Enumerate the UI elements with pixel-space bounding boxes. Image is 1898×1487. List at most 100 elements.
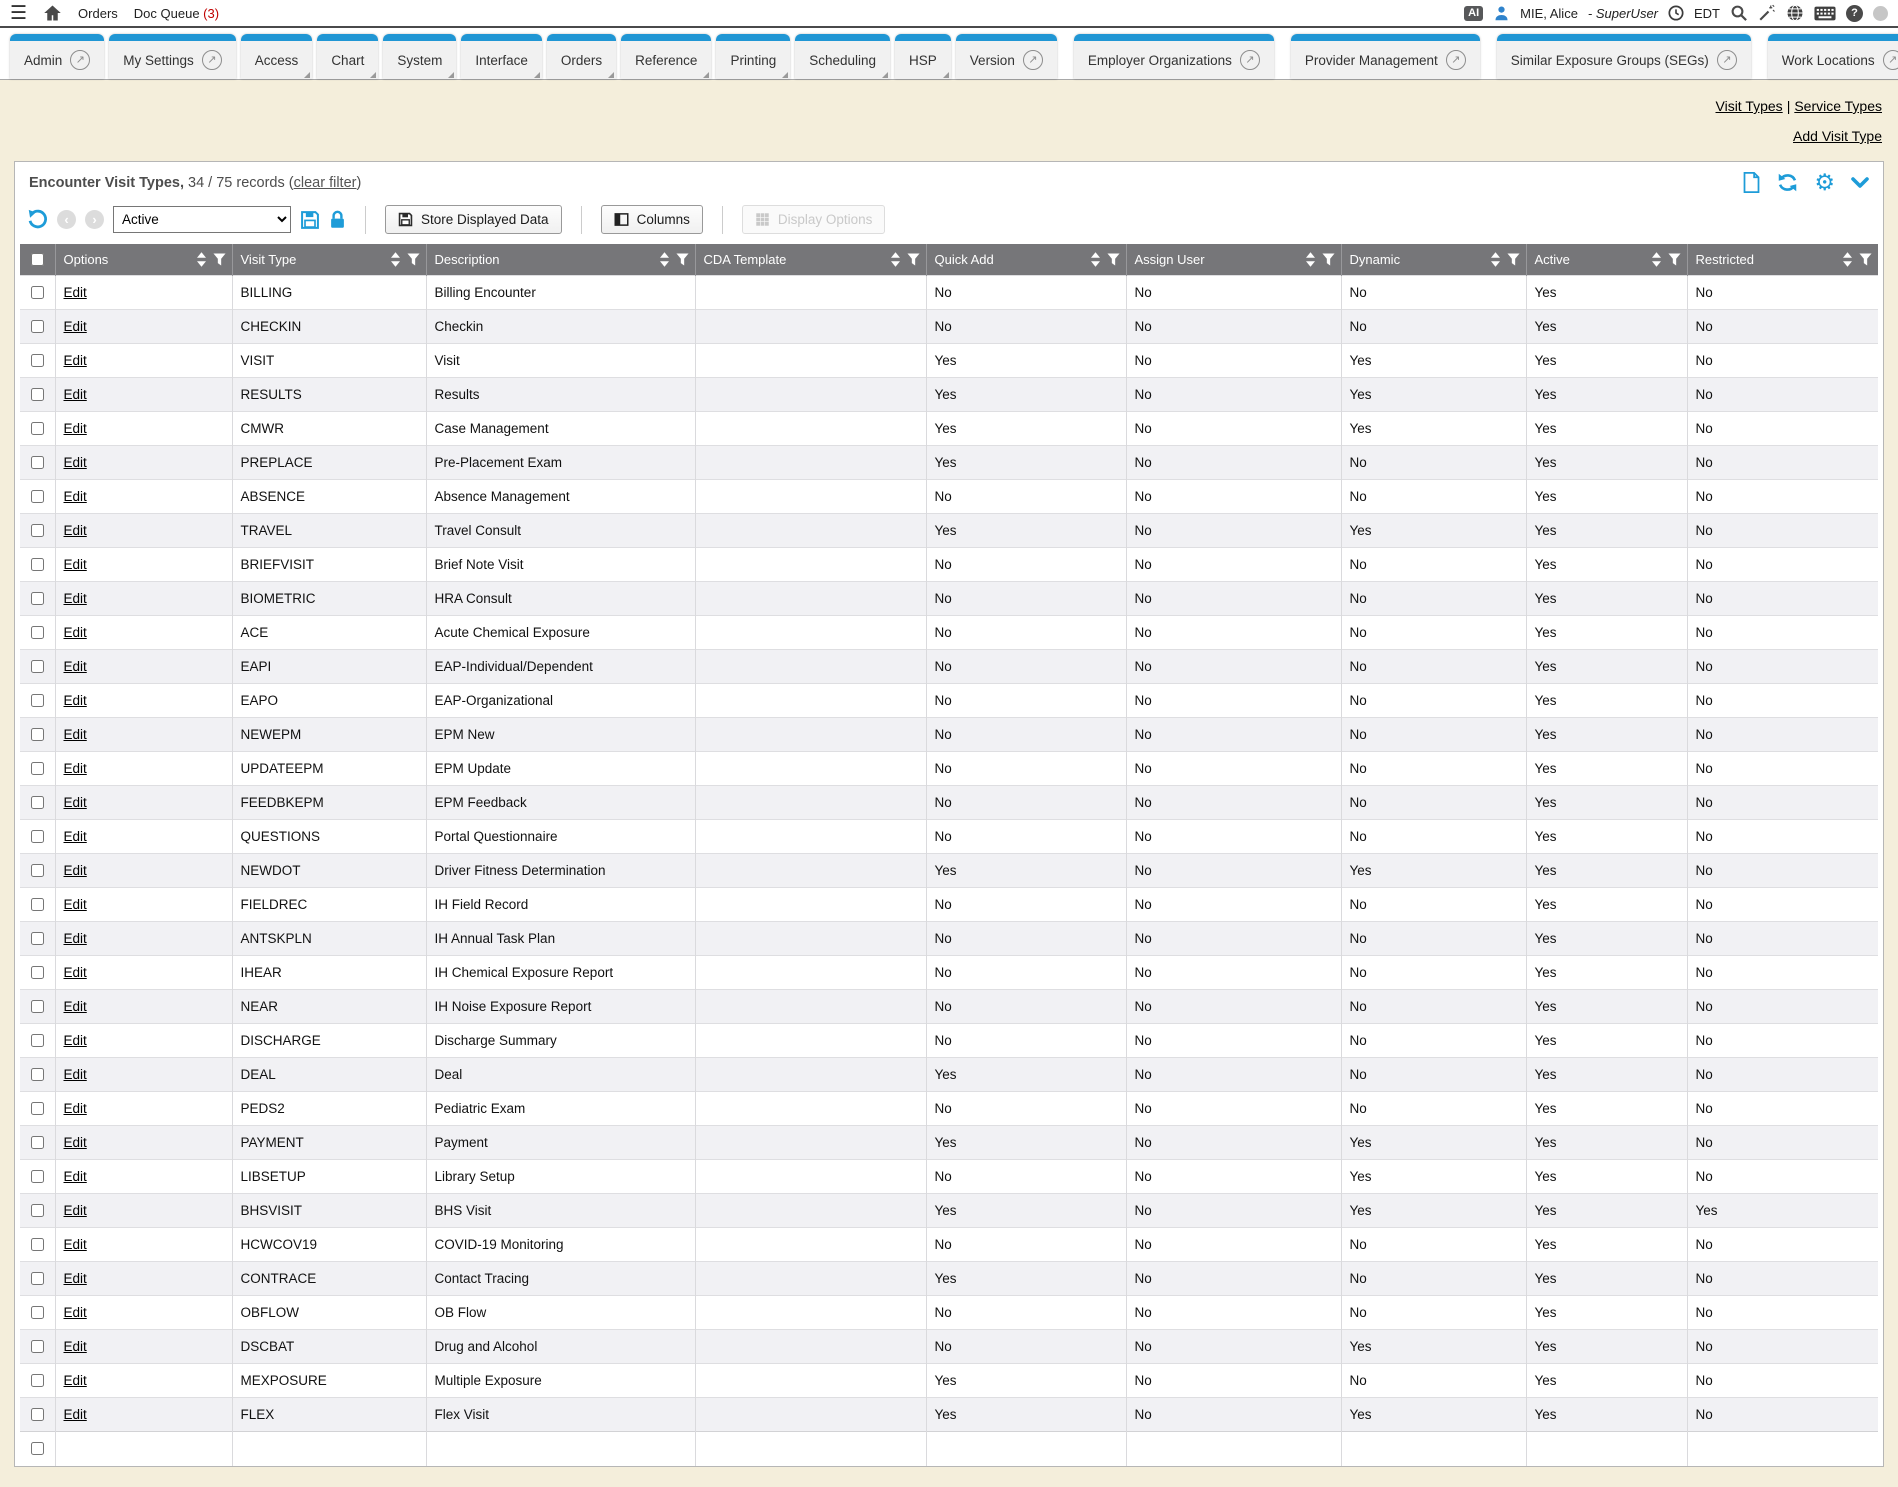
row-checkbox[interactable] — [31, 864, 44, 877]
row-checkbox[interactable] — [31, 1408, 44, 1421]
row-checkbox[interactable] — [31, 592, 44, 605]
edit-link[interactable]: Edit — [64, 1203, 87, 1218]
row-checkbox[interactable] — [31, 1034, 44, 1047]
tab-chart[interactable]: Chart — [317, 34, 378, 79]
edit-link[interactable]: Edit — [64, 1101, 87, 1116]
tab-my-settings[interactable]: My Settings↗ — [109, 34, 236, 79]
row-checkbox[interactable] — [31, 966, 44, 979]
edit-link[interactable]: Edit — [64, 1305, 87, 1320]
globe-icon[interactable] — [1786, 4, 1804, 22]
edit-link[interactable]: Edit — [64, 557, 87, 572]
edit-link[interactable]: Edit — [64, 761, 87, 776]
row-checkbox[interactable] — [31, 558, 44, 571]
column-header-cda-template[interactable]: CDA Template — [695, 244, 926, 276]
edit-link[interactable]: Edit — [64, 897, 87, 912]
add-visit-type-link[interactable]: Add Visit Type — [1793, 128, 1882, 144]
edit-link[interactable]: Edit — [64, 795, 87, 810]
new-document-icon[interactable] — [1742, 172, 1761, 193]
magic-wand-icon[interactable] — [1758, 4, 1776, 22]
sort-icon[interactable] — [197, 252, 206, 267]
edit-link[interactable]: Edit — [64, 625, 87, 640]
edit-link[interactable]: Edit — [64, 999, 87, 1014]
previous-page-icon[interactable]: ‹ — [57, 210, 76, 229]
edit-link[interactable]: Edit — [64, 387, 87, 402]
column-header-visit-type[interactable]: Visit Type — [232, 244, 426, 276]
chevron-down-icon[interactable] — [1851, 177, 1869, 189]
tab-printing[interactable]: Printing — [716, 34, 790, 79]
edit-link[interactable]: Edit — [64, 931, 87, 946]
row-checkbox[interactable] — [31, 1238, 44, 1251]
user-icon[interactable] — [1493, 5, 1510, 22]
edit-link[interactable]: Edit — [64, 965, 87, 980]
ai-badge[interactable]: AI — [1464, 6, 1483, 21]
edit-link[interactable]: Edit — [64, 319, 87, 334]
next-page-icon[interactable]: › — [85, 210, 104, 229]
filter-funnel-icon[interactable] — [676, 253, 689, 266]
row-checkbox[interactable] — [31, 524, 44, 537]
keyboard-icon[interactable] — [1814, 6, 1836, 21]
row-checkbox[interactable] — [31, 1272, 44, 1285]
search-icon[interactable] — [1730, 4, 1748, 22]
sort-icon[interactable] — [1091, 252, 1100, 267]
tab-interface[interactable]: Interface — [461, 34, 542, 79]
tab-similar-exposure-groups-segs[interactable]: Similar Exposure Groups (SEGs)↗ — [1497, 34, 1751, 79]
edit-link[interactable]: Edit — [64, 1033, 87, 1048]
row-checkbox[interactable] — [31, 1102, 44, 1115]
topbar-item-orders[interactable]: Orders — [78, 6, 118, 21]
select-all-checkbox[interactable] — [31, 253, 44, 266]
external-link-icon[interactable]: ↗ — [202, 50, 222, 70]
edit-link[interactable]: Edit — [64, 1135, 87, 1150]
home-icon[interactable] — [43, 4, 62, 22]
edit-link[interactable]: Edit — [64, 863, 87, 878]
tab-employer-organizations[interactable]: Employer Organizations↗ — [1074, 34, 1274, 79]
filter-funnel-icon[interactable] — [407, 253, 420, 266]
row-checkbox[interactable] — [31, 728, 44, 741]
column-header-description[interactable]: Description — [426, 244, 695, 276]
filter-funnel-icon[interactable] — [1507, 253, 1520, 266]
edit-link[interactable]: Edit — [64, 829, 87, 844]
edit-link[interactable]: Edit — [64, 1339, 87, 1354]
row-checkbox[interactable] — [31, 456, 44, 469]
tab-reference[interactable]: Reference — [621, 34, 711, 79]
footer-checkbox[interactable] — [31, 1442, 44, 1455]
edit-link[interactable]: Edit — [64, 523, 87, 538]
tab-system[interactable]: System — [383, 34, 456, 79]
active-filter-select[interactable]: Active — [113, 206, 291, 233]
row-checkbox[interactable] — [31, 898, 44, 911]
edit-link[interactable]: Edit — [64, 1067, 87, 1082]
sort-icon[interactable] — [660, 252, 669, 267]
edit-link[interactable]: Edit — [64, 659, 87, 674]
edit-link[interactable]: Edit — [64, 353, 87, 368]
visit-types-link[interactable]: Visit Types — [1716, 98, 1783, 114]
gear-icon[interactable]: ⚙ — [1814, 171, 1835, 194]
row-checkbox[interactable] — [31, 762, 44, 775]
hamburger-menu-icon[interactable]: ☰ — [10, 4, 27, 23]
sort-icon[interactable] — [391, 252, 400, 267]
tab-access[interactable]: Access — [241, 34, 313, 79]
columns-button[interactable]: Columns — [601, 205, 703, 234]
row-checkbox[interactable] — [31, 320, 44, 333]
lock-icon[interactable] — [329, 210, 346, 230]
edit-link[interactable]: Edit — [64, 489, 87, 504]
row-checkbox[interactable] — [31, 626, 44, 639]
edit-link[interactable]: Edit — [64, 1373, 87, 1388]
row-checkbox[interactable] — [31, 796, 44, 809]
sort-icon[interactable] — [1652, 252, 1661, 267]
sort-icon[interactable] — [1843, 252, 1852, 267]
sort-icon[interactable] — [1491, 252, 1500, 267]
tab-version[interactable]: Version↗ — [956, 34, 1057, 79]
tab-provider-management[interactable]: Provider Management↗ — [1291, 34, 1480, 79]
filter-funnel-icon[interactable] — [1107, 253, 1120, 266]
refresh-icon[interactable] — [1777, 172, 1798, 193]
row-checkbox[interactable] — [31, 1306, 44, 1319]
row-checkbox[interactable] — [31, 490, 44, 503]
external-link-icon[interactable]: ↗ — [70, 50, 90, 70]
sort-icon[interactable] — [1306, 252, 1315, 267]
sort-icon[interactable] — [891, 252, 900, 267]
row-checkbox[interactable] — [31, 1374, 44, 1387]
row-checkbox[interactable] — [31, 388, 44, 401]
tab-work-locations[interactable]: Work Locations↗ — [1768, 34, 1898, 79]
clear-filter-link[interactable]: clear filter — [294, 175, 357, 191]
edit-link[interactable]: Edit — [64, 727, 87, 742]
row-checkbox[interactable] — [31, 1204, 44, 1217]
